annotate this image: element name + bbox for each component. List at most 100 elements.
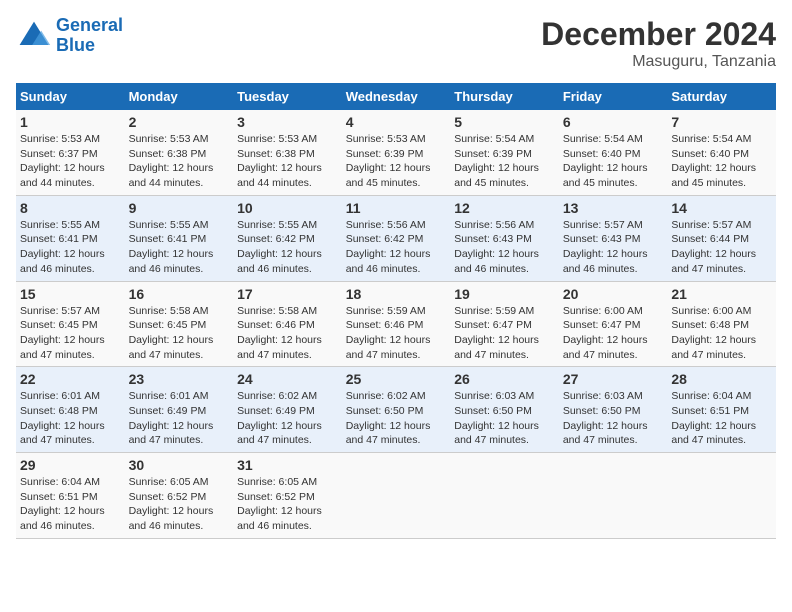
day-detail: Sunrise: 6:02 AMSunset: 6:50 PMDaylight:… xyxy=(346,390,431,446)
day-of-week-header: Sunday xyxy=(16,83,125,110)
day-detail: Sunrise: 5:58 AMSunset: 6:46 PMDaylight:… xyxy=(237,305,322,361)
day-detail: Sunrise: 5:57 AMSunset: 6:45 PMDaylight:… xyxy=(20,305,105,361)
day-number: 21 xyxy=(671,286,772,302)
day-detail: Sunrise: 5:59 AMSunset: 6:47 PMDaylight:… xyxy=(454,305,539,361)
calendar-week-row: 1 Sunrise: 5:53 AMSunset: 6:37 PMDayligh… xyxy=(16,110,776,195)
day-number: 27 xyxy=(563,371,664,387)
day-number: 6 xyxy=(563,114,664,130)
calendar-cell: 21 Sunrise: 6:00 AMSunset: 6:48 PMDaylig… xyxy=(667,281,776,367)
day-detail: Sunrise: 5:53 AMSunset: 6:38 PMDaylight:… xyxy=(237,133,322,189)
calendar-cell: 19 Sunrise: 5:59 AMSunset: 6:47 PMDaylig… xyxy=(450,281,559,367)
day-number: 31 xyxy=(237,457,338,473)
logo-text: General Blue xyxy=(56,16,123,56)
calendar-cell: 5 Sunrise: 5:54 AMSunset: 6:39 PMDayligh… xyxy=(450,110,559,195)
day-detail: Sunrise: 6:03 AMSunset: 6:50 PMDaylight:… xyxy=(454,390,539,446)
day-of-week-header: Wednesday xyxy=(342,83,451,110)
calendar-cell: 10 Sunrise: 5:55 AMSunset: 6:42 PMDaylig… xyxy=(233,195,342,281)
day-number: 29 xyxy=(20,457,121,473)
day-detail: Sunrise: 5:54 AMSunset: 6:40 PMDaylight:… xyxy=(563,133,648,189)
calendar-cell: 27 Sunrise: 6:03 AMSunset: 6:50 PMDaylig… xyxy=(559,367,668,453)
day-detail: Sunrise: 5:55 AMSunset: 6:41 PMDaylight:… xyxy=(129,219,214,275)
day-detail: Sunrise: 6:02 AMSunset: 6:49 PMDaylight:… xyxy=(237,390,322,446)
calendar-cell: 2 Sunrise: 5:53 AMSunset: 6:38 PMDayligh… xyxy=(125,110,234,195)
calendar-table: SundayMondayTuesdayWednesdayThursdayFrid… xyxy=(16,83,776,539)
calendar-cell: 16 Sunrise: 5:58 AMSunset: 6:45 PMDaylig… xyxy=(125,281,234,367)
calendar-cell: 9 Sunrise: 5:55 AMSunset: 6:41 PMDayligh… xyxy=(125,195,234,281)
day-number: 14 xyxy=(671,200,772,216)
logo-icon xyxy=(16,18,52,54)
calendar-cell: 25 Sunrise: 6:02 AMSunset: 6:50 PMDaylig… xyxy=(342,367,451,453)
calendar-cell: 29 Sunrise: 6:04 AMSunset: 6:51 PMDaylig… xyxy=(16,453,125,539)
day-detail: Sunrise: 6:04 AMSunset: 6:51 PMDaylight:… xyxy=(671,390,756,446)
calendar-cell: 18 Sunrise: 5:59 AMSunset: 6:46 PMDaylig… xyxy=(342,281,451,367)
day-detail: Sunrise: 5:57 AMSunset: 6:43 PMDaylight:… xyxy=(563,219,648,275)
calendar-cell: 17 Sunrise: 5:58 AMSunset: 6:46 PMDaylig… xyxy=(233,281,342,367)
calendar-cell: 8 Sunrise: 5:55 AMSunset: 6:41 PMDayligh… xyxy=(16,195,125,281)
day-number: 20 xyxy=(563,286,664,302)
title-block: December 2024 Masuguru, Tanzania xyxy=(541,16,776,71)
day-detail: Sunrise: 5:55 AMSunset: 6:41 PMDaylight:… xyxy=(20,219,105,275)
day-number: 17 xyxy=(237,286,338,302)
day-of-week-header: Friday xyxy=(559,83,668,110)
day-of-week-header: Tuesday xyxy=(233,83,342,110)
calendar-header-row: SundayMondayTuesdayWednesdayThursdayFrid… xyxy=(16,83,776,110)
day-number: 22 xyxy=(20,371,121,387)
day-number: 28 xyxy=(671,371,772,387)
day-number: 13 xyxy=(563,200,664,216)
day-of-week-header: Monday xyxy=(125,83,234,110)
calendar-cell: 15 Sunrise: 5:57 AMSunset: 6:45 PMDaylig… xyxy=(16,281,125,367)
calendar-cell: 11 Sunrise: 5:56 AMSunset: 6:42 PMDaylig… xyxy=(342,195,451,281)
calendar-cell xyxy=(342,453,451,539)
calendar-cell: 22 Sunrise: 6:01 AMSunset: 6:48 PMDaylig… xyxy=(16,367,125,453)
day-number: 5 xyxy=(454,114,555,130)
day-number: 9 xyxy=(129,200,230,216)
month-title: December 2024 xyxy=(541,16,776,53)
day-number: 10 xyxy=(237,200,338,216)
day-number: 12 xyxy=(454,200,555,216)
calendar-cell: 31 Sunrise: 6:05 AMSunset: 6:52 PMDaylig… xyxy=(233,453,342,539)
day-number: 18 xyxy=(346,286,447,302)
day-number: 19 xyxy=(454,286,555,302)
day-detail: Sunrise: 5:56 AMSunset: 6:43 PMDaylight:… xyxy=(454,219,539,275)
day-of-week-header: Thursday xyxy=(450,83,559,110)
day-number: 25 xyxy=(346,371,447,387)
day-number: 23 xyxy=(129,371,230,387)
day-detail: Sunrise: 5:54 AMSunset: 6:40 PMDaylight:… xyxy=(671,133,756,189)
day-detail: Sunrise: 6:05 AMSunset: 6:52 PMDaylight:… xyxy=(129,476,214,532)
day-number: 7 xyxy=(671,114,772,130)
calendar-cell xyxy=(450,453,559,539)
day-number: 1 xyxy=(20,114,121,130)
day-detail: Sunrise: 6:03 AMSunset: 6:50 PMDaylight:… xyxy=(563,390,648,446)
day-number: 8 xyxy=(20,200,121,216)
day-detail: Sunrise: 5:58 AMSunset: 6:45 PMDaylight:… xyxy=(129,305,214,361)
calendar-cell: 26 Sunrise: 6:03 AMSunset: 6:50 PMDaylig… xyxy=(450,367,559,453)
calendar-cell xyxy=(559,453,668,539)
day-detail: Sunrise: 6:04 AMSunset: 6:51 PMDaylight:… xyxy=(20,476,105,532)
calendar-week-row: 29 Sunrise: 6:04 AMSunset: 6:51 PMDaylig… xyxy=(16,453,776,539)
calendar-cell: 24 Sunrise: 6:02 AMSunset: 6:49 PMDaylig… xyxy=(233,367,342,453)
day-detail: Sunrise: 6:01 AMSunset: 6:48 PMDaylight:… xyxy=(20,390,105,446)
day-detail: Sunrise: 5:59 AMSunset: 6:46 PMDaylight:… xyxy=(346,305,431,361)
calendar-week-row: 15 Sunrise: 5:57 AMSunset: 6:45 PMDaylig… xyxy=(16,281,776,367)
day-number: 2 xyxy=(129,114,230,130)
calendar-cell: 28 Sunrise: 6:04 AMSunset: 6:51 PMDaylig… xyxy=(667,367,776,453)
calendar-cell: 6 Sunrise: 5:54 AMSunset: 6:40 PMDayligh… xyxy=(559,110,668,195)
day-number: 16 xyxy=(129,286,230,302)
day-number: 11 xyxy=(346,200,447,216)
calendar-cell: 4 Sunrise: 5:53 AMSunset: 6:39 PMDayligh… xyxy=(342,110,451,195)
calendar-cell: 20 Sunrise: 6:00 AMSunset: 6:47 PMDaylig… xyxy=(559,281,668,367)
calendar-cell xyxy=(667,453,776,539)
day-detail: Sunrise: 6:05 AMSunset: 6:52 PMDaylight:… xyxy=(237,476,322,532)
day-detail: Sunrise: 5:53 AMSunset: 6:37 PMDaylight:… xyxy=(20,133,105,189)
day-number: 24 xyxy=(237,371,338,387)
calendar-cell: 7 Sunrise: 5:54 AMSunset: 6:40 PMDayligh… xyxy=(667,110,776,195)
page-header: General Blue December 2024 Masuguru, Tan… xyxy=(16,16,776,71)
day-number: 15 xyxy=(20,286,121,302)
day-number: 4 xyxy=(346,114,447,130)
calendar-cell: 3 Sunrise: 5:53 AMSunset: 6:38 PMDayligh… xyxy=(233,110,342,195)
logo: General Blue xyxy=(16,16,123,56)
calendar-week-row: 8 Sunrise: 5:55 AMSunset: 6:41 PMDayligh… xyxy=(16,195,776,281)
day-of-week-header: Saturday xyxy=(667,83,776,110)
day-detail: Sunrise: 6:00 AMSunset: 6:47 PMDaylight:… xyxy=(563,305,648,361)
day-detail: Sunrise: 5:53 AMSunset: 6:39 PMDaylight:… xyxy=(346,133,431,189)
